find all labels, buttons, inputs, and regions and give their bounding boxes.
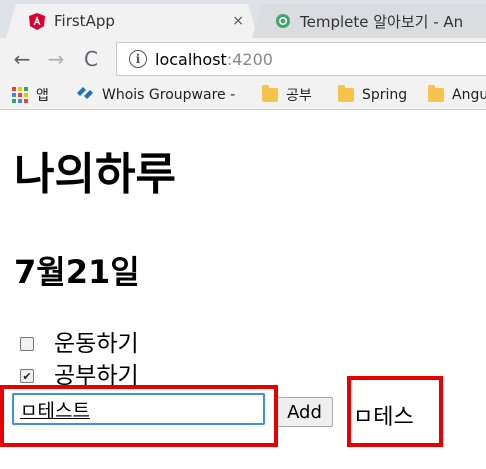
bookmark-label: Whois Groupware -: [102, 87, 236, 103]
info-icon[interactable]: i: [129, 50, 147, 68]
bookmark-label: Angu: [452, 87, 486, 103]
todo-item: 운동하기: [20, 332, 139, 356]
reload-icon[interactable]: C: [79, 47, 103, 71]
todo-label: 공부하기: [54, 362, 139, 389]
tab-title: FirstApp: [54, 12, 115, 30]
bookmark-angular[interactable]: Angu: [428, 84, 486, 106]
angular-icon: [28, 12, 46, 30]
date-heading: 7월21일: [14, 253, 140, 291]
whois-icon: [76, 86, 94, 104]
bookmark-whois[interactable]: Whois Groupware -: [76, 84, 235, 106]
bookmarks-bar: 앱 Whois Groupware - 공부 Spring Angu: [0, 80, 486, 110]
forward-arrow-icon[interactable]: →: [44, 47, 68, 71]
tab-strip: FirstApp × Templete 알아보기 - An: [0, 0, 486, 38]
address-bar[interactable]: i localhost:4200: [116, 42, 486, 76]
browser-toolbar: ← → C i localhost:4200: [0, 38, 486, 80]
todo-input[interactable]: ㅁ테스트: [12, 393, 265, 425]
bookmark-study[interactable]: 공부: [262, 84, 312, 106]
output-text: ㅁ테스: [353, 405, 414, 430]
bookmark-label: 앱: [36, 88, 49, 104]
folder-icon: [428, 85, 444, 102]
tab-firstapp[interactable]: FirstApp ×: [6, 4, 258, 38]
tab-templete[interactable]: Templete 알아보기 - An: [252, 4, 486, 38]
apps-icon: [12, 87, 28, 103]
folder-icon: [262, 85, 278, 102]
bookmark-label: Spring: [362, 87, 408, 103]
site-icon: [274, 12, 292, 30]
bookmark-apps[interactable]: 앱: [12, 84, 49, 106]
todo-checkbox[interactable]: ✔: [20, 369, 34, 383]
bookmark-label: 공부: [286, 88, 312, 104]
bookmark-spring[interactable]: Spring: [338, 84, 407, 106]
close-tab-icon[interactable]: ×: [232, 13, 244, 29]
tab-title: Templete 알아보기 - An: [300, 12, 464, 31]
url-text: localhost:4200: [155, 49, 273, 69]
back-arrow-icon[interactable]: ←: [10, 47, 34, 71]
add-button[interactable]: Add: [276, 397, 333, 427]
folder-icon: [338, 85, 354, 102]
todo-item: ✔ 공부하기: [20, 364, 139, 388]
page-content: 나의하루 7월21일 운동하기 ✔ 공부하기 ㅁ테스트 Add ㅁ테스: [0, 111, 486, 469]
page-title: 나의하루: [14, 149, 176, 200]
todo-label: 운동하기: [54, 330, 139, 357]
todo-checkbox[interactable]: [20, 337, 34, 351]
